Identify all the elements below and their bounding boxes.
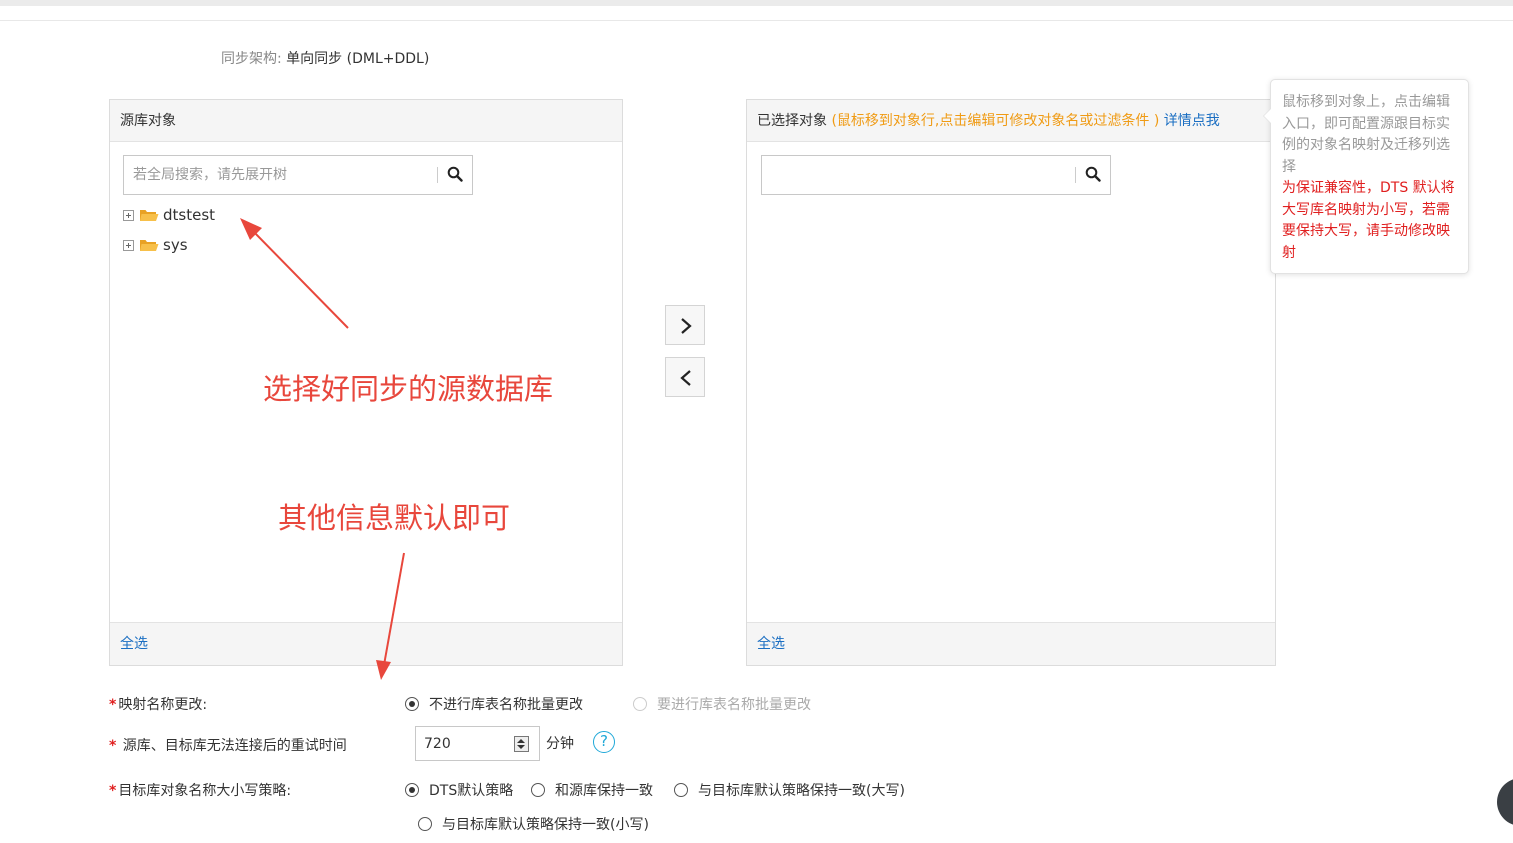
mapping-option-yes-label: 要进行库表名称批量更改 [657, 697, 811, 713]
retry-label: * 源库、目标库无法连接后的重试时间 [109, 735, 347, 755]
case-policy-same-as-source-radio[interactable]: 和源库保持一致 [531, 780, 653, 800]
spinner-up-icon[interactable] [517, 739, 525, 743]
annotation-default-info: 其他信息默认即可 [278, 501, 511, 535]
case-policy-option-label: DTS默认策略 [429, 783, 514, 799]
case-policy-dts-default-radio[interactable]: DTS默认策略 [405, 780, 513, 800]
radio-checked-icon [405, 783, 419, 797]
radio-checked-icon [405, 697, 419, 711]
case-policy-label-text: 目标库对象名称大小写策略: [118, 783, 292, 799]
case-policy-label: * 目标库对象名称大小写策略: [109, 780, 291, 800]
arrow-to-tree-line [251, 229, 349, 329]
required-mark: * [109, 783, 117, 799]
spinner-arrows-icon[interactable] [514, 736, 529, 752]
mapping-option-no-label: 不进行库表名称批量更改 [429, 697, 583, 713]
retry-unit: 分钟 [546, 736, 574, 752]
required-mark: * [109, 738, 117, 754]
case-policy-option-label: 和源库保持一致 [555, 783, 653, 799]
mapping-label-text: 映射名称更改: [118, 697, 208, 713]
annotation-arrows [240, 218, 405, 680]
case-policy-option-label: 与目标库默认策略保持一致(小写) [442, 817, 649, 833]
mapping-option-yes-radio[interactable]: 要进行库表名称批量更改 [633, 694, 811, 714]
help-icon[interactable]: ? [593, 731, 615, 753]
radio-unchecked-icon [633, 697, 647, 711]
required-mark: * [109, 697, 117, 713]
radio-unchecked-icon [674, 783, 688, 797]
mapping-label: * 映射名称更改: [109, 694, 207, 714]
retry-label-text: 源库、目标库无法连接后的重试时间 [118, 738, 347, 754]
case-policy-target-upper-radio[interactable]: 与目标库默认策略保持一致(大写) [674, 780, 905, 800]
arrow-to-form-head [376, 660, 391, 680]
mapping-option-no-radio[interactable]: 不进行库表名称批量更改 [405, 694, 583, 714]
case-policy-target-lower-radio[interactable]: 与目标库默认策略保持一致(小写) [418, 814, 649, 834]
arrow-to-form-line [383, 552, 405, 666]
retry-time-stepper [415, 726, 540, 761]
annotation-select-source-db: 选择好同步的源数据库 [263, 372, 554, 406]
retry-time-input[interactable] [416, 727, 522, 760]
radio-unchecked-icon [531, 783, 545, 797]
radio-unchecked-icon [418, 817, 432, 831]
spinner-down-icon[interactable] [517, 745, 525, 749]
case-policy-option-label: 与目标库默认策略保持一致(大写) [698, 783, 905, 799]
